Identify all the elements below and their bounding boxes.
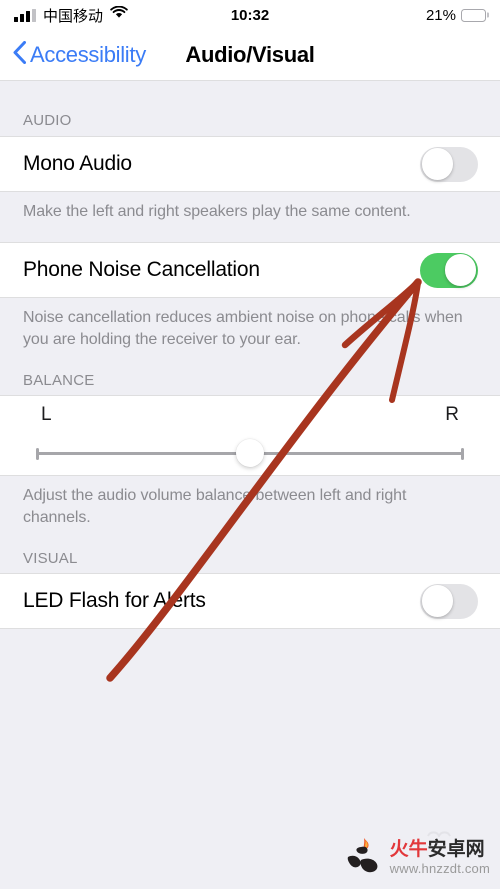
row-phone-noise-cancellation[interactable]: Phone Noise Cancellation — [0, 243, 500, 297]
watermark-url: www.hnzzdt.com — [389, 861, 490, 876]
iphone-settings-screen: 中国移动 10:32 21% Accessibility Audio/Visua… — [0, 0, 500, 889]
watermark-title-dark: 安卓网 — [427, 839, 485, 860]
group-mono-audio: Mono Audio — [0, 136, 500, 192]
balance-slider-end-right — [461, 447, 464, 460]
section-header-visual: VISUAL — [0, 529, 500, 573]
balance-slider[interactable] — [36, 439, 464, 467]
balance-slider-thumb[interactable] — [236, 439, 264, 467]
watermark-texts: 火牛安卓网 www.hnzzdt.com — [390, 840, 490, 875]
footer-mono-audio: Make the left and right speakers play th… — [0, 192, 500, 223]
status-bar-right: 21% — [425, 6, 489, 24]
watermark-title-red: 火牛 — [389, 839, 428, 860]
toggle-mono-audio[interactable] — [420, 146, 478, 182]
row-label-phone-noise-cancellation: Phone Noise Cancellation — [23, 258, 260, 281]
toggle-led-flash-for-alerts[interactable] — [420, 583, 478, 619]
section-header-audio: AUDIO — [0, 81, 500, 136]
back-button-label: Accessibility — [30, 42, 146, 67]
back-button-accessibility[interactable]: Accessibility — [0, 41, 146, 69]
status-bar: 中国移动 10:32 21% — [0, 0, 500, 30]
footer-balance: Adjust the audio volume balance between … — [0, 476, 500, 529]
toggle-phone-noise-cancellation[interactable] — [420, 252, 478, 288]
section-header-balance: BALANCE — [0, 351, 500, 395]
balance-slider-end-left — [36, 447, 39, 460]
group-led-flash: LED Flash for Alerts — [0, 573, 500, 629]
row-label-mono-audio: Mono Audio — [23, 152, 132, 175]
group-noise-cancellation: Phone Noise Cancellation — [0, 242, 500, 298]
balance-label-left: L — [41, 404, 52, 425]
battery-icon — [461, 8, 489, 22]
footer-noise-cancellation: Noise cancellation reduces ambient noise… — [0, 298, 500, 351]
battery-percent-label: 21% — [425, 6, 456, 24]
row-led-flash-for-alerts[interactable]: LED Flash for Alerts — [0, 574, 500, 628]
balance-channel-labels: L R — [0, 396, 500, 426]
row-label-led-flash-for-alerts: LED Flash for Alerts — [23, 589, 206, 612]
group-balance-slider: L R — [0, 395, 500, 476]
bull-flame-logo-icon — [342, 834, 386, 881]
chevron-left-icon — [13, 41, 26, 69]
watermark-title: 火牛安卓网 — [390, 840, 490, 859]
watermark: 火牛安卓网 www.hnzzdt.com — [342, 834, 490, 881]
navigation-bar: Accessibility Audio/Visual — [0, 30, 500, 81]
spacer-after-mono-audio — [0, 223, 500, 242]
row-mono-audio[interactable]: Mono Audio — [0, 137, 500, 191]
balance-label-right: R — [445, 404, 459, 425]
